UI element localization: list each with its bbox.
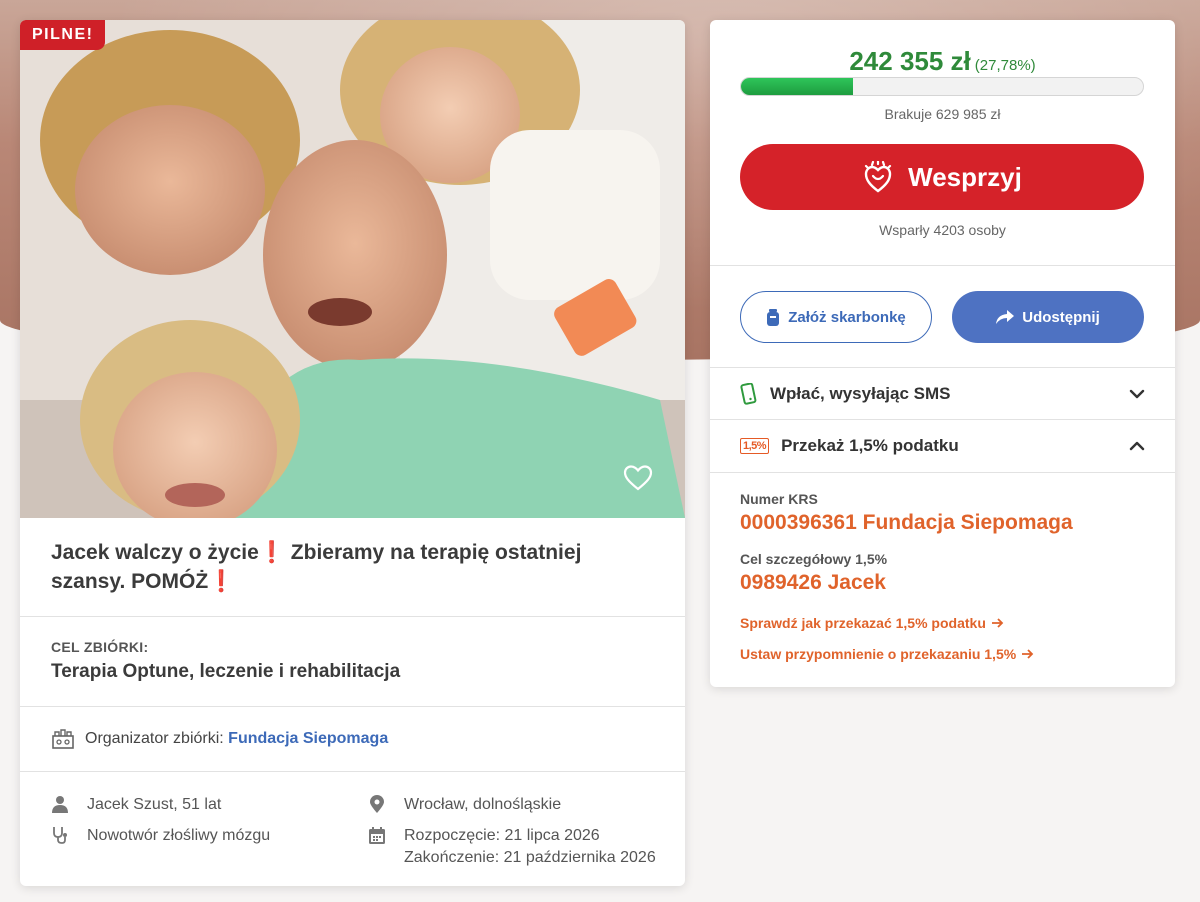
- share-button[interactable]: Udostępnij: [952, 291, 1144, 343]
- heart-outline-icon: [623, 465, 653, 491]
- detail-goal-value: 0989426 Jacek: [740, 571, 886, 594]
- person-icon: [52, 796, 68, 813]
- favorite-button[interactable]: [623, 464, 657, 498]
- set-reminder-link[interactable]: Ustaw przypomnienie o przekazaniu 1,5%: [740, 646, 1150, 662]
- title-exclamation: ❗: [258, 541, 285, 564]
- divider: [710, 265, 1175, 266]
- raised-amount: 242 355 zł: [849, 46, 971, 76]
- diagnosis-text: Nowotwór złośliwy mózgu: [87, 827, 271, 844]
- goal-label: CEL ZBIÓRKI:: [51, 639, 149, 655]
- piggy-jar-icon: [767, 308, 780, 326]
- amount-row: 242 355 zł (27,78%): [710, 46, 1175, 77]
- missing-amount: Brakuje 629 985 zł: [884, 106, 1001, 122]
- campaign-title-block: Jacek walczy o życie❗ Zbieramy na terapi…: [20, 518, 685, 617]
- donate-label: Wesprzyj: [908, 161, 1022, 192]
- organizer-label: Organizator zbiórki:: [85, 730, 229, 747]
- title-text-1: Jacek walczy o życie: [51, 541, 259, 564]
- sms-accordion[interactable]: Wpłać, wysyłając SMS: [710, 368, 1175, 420]
- diagnosis-detail: Nowotwór złośliwy mózgu: [51, 825, 270, 847]
- goal-text: Terapia Optune, leczenie i rehabilitacja: [51, 661, 401, 682]
- stethoscope-icon: [53, 827, 67, 844]
- krs-value: 0000396361 Fundacja Siepomaga: [740, 511, 1073, 534]
- location-text: Wrocław, dolnośląskie: [404, 796, 562, 813]
- chevron-down-icon: [1129, 389, 1145, 399]
- link1-text: Sprawdź jak przekazać 1,5% podatku: [740, 615, 986, 631]
- link2-text: Ustaw przypomnienie o przekazaniu 1,5%: [740, 646, 1017, 662]
- location-pin-icon: [370, 795, 384, 813]
- campaign-details: Jacek Szust, 51 lat Nowotwór złośliwy mó…: [20, 772, 685, 884]
- tax-label: Przekaż 1,5% podatku: [781, 436, 959, 455]
- family-photo-illustration: [20, 20, 685, 518]
- share-arrow-icon: [996, 310, 1015, 324]
- arrow-right-icon: [991, 618, 1004, 628]
- organizer-icon: [52, 729, 74, 749]
- dates-detail: Rozpoczęcie: 21 lipca 2026 Zakończenie: 2…: [368, 825, 656, 869]
- chevron-up-icon: [1129, 441, 1145, 451]
- create-piggybank-button[interactable]: Załóż skarbonkę: [740, 291, 932, 343]
- sms-label: Wpłać, wysyłając SMS: [770, 384, 951, 403]
- share-label: Udostępnij: [1022, 308, 1100, 326]
- end-date: Zakończenie: 21 października 2026: [404, 849, 656, 866]
- progress-fill: [741, 78, 853, 95]
- arrow-right-icon: [1022, 649, 1034, 659]
- person-text: Jacek Szust, 51 lat: [87, 796, 222, 813]
- tax-accordion[interactable]: 1,5% Przekaż 1,5% podatku: [710, 420, 1175, 472]
- person-detail: Jacek Szust, 51 lat: [51, 794, 221, 816]
- goal-block: CEL ZBIÓRKI: Terapia Optune, leczenie i …: [20, 617, 685, 707]
- piggy-label: Załóż skarbonkę: [788, 308, 906, 326]
- urgent-badge: PILNE!: [20, 20, 106, 50]
- campaign-card: PILNE! Jacek walczy o życie❗ Zbieramy na…: [20, 20, 685, 886]
- how-to-donate-tax-link[interactable]: Sprawdź jak przekazać 1,5% podatku: [740, 615, 1150, 631]
- tax-details: Numer KRS 0000396361 Fundacja Siepomaga …: [740, 473, 1150, 662]
- campaign-title: Jacek walczy o życie❗ Zbieramy na terapi…: [51, 538, 654, 596]
- raised-percent: (27,78%): [974, 57, 1036, 74]
- organizer-row: Organizator zbiórki: Fundacja Siepomaga: [20, 707, 685, 772]
- phone-icon: [740, 383, 757, 405]
- campaign-photo: PILNE!: [20, 20, 685, 518]
- donation-panel: 242 355 zł (27,78%) Brakuje 629 985 zł We…: [710, 20, 1175, 687]
- progress-bar: [740, 77, 1144, 96]
- donate-button[interactable]: Wesprzyj: [740, 144, 1144, 210]
- detail-goal-label: Cel szczegółowy 1,5%: [740, 551, 888, 567]
- tax-percent-badge: 1,5%: [740, 438, 770, 454]
- start-date: Rozpoczęcie: 21 lipca 2026: [404, 827, 600, 844]
- location-detail: Wrocław, dolnośląskie: [368, 794, 561, 816]
- title-exclamation-end: ❗: [208, 570, 235, 593]
- supporters-count: Wsparły 4203 osoby: [879, 222, 1006, 238]
- organizer-link[interactable]: Fundacja Siepomaga: [228, 730, 388, 747]
- hand-heart-icon: [864, 161, 892, 193]
- calendar-icon: [369, 826, 385, 844]
- krs-label: Numer KRS: [740, 491, 818, 507]
